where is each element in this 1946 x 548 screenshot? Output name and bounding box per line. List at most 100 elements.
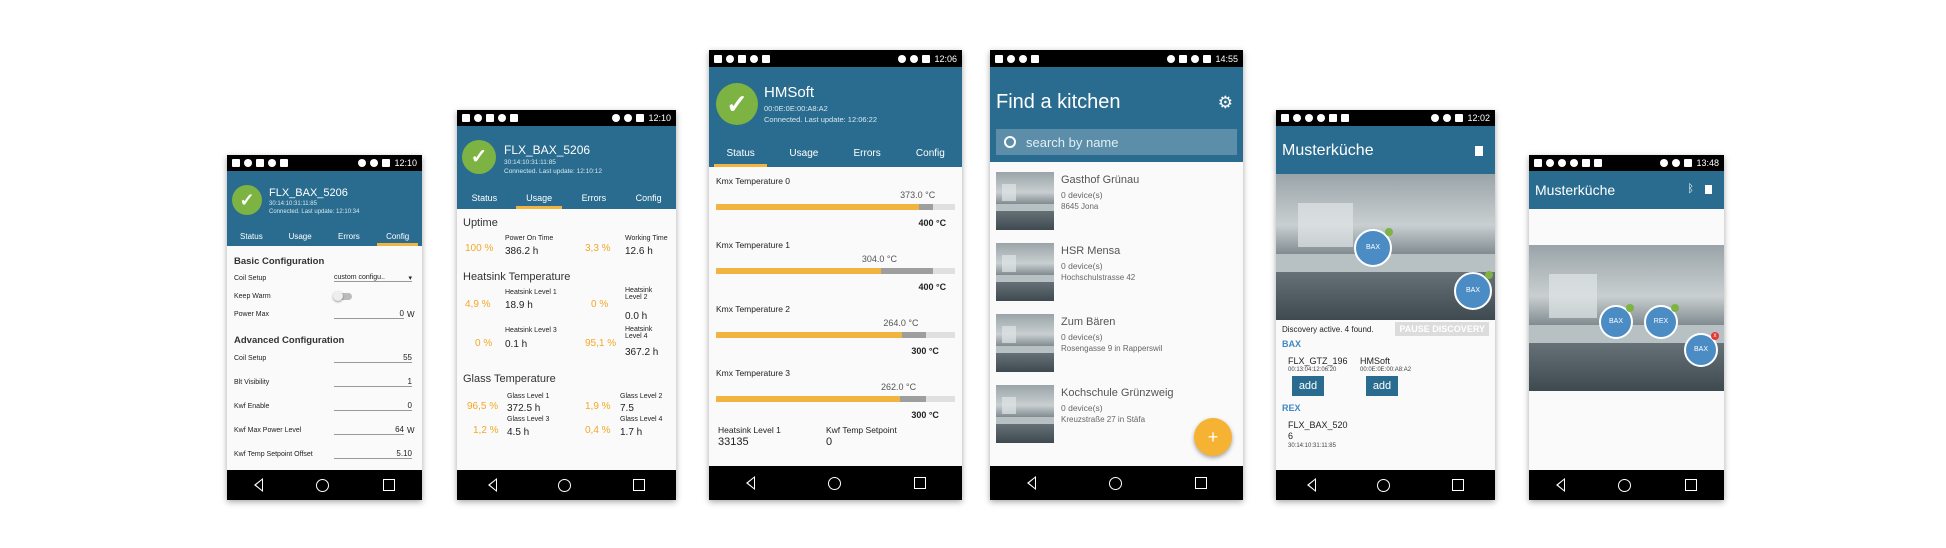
device-bubble[interactable]: REX: [1644, 304, 1679, 339]
recents-icon[interactable]: [383, 479, 396, 491]
clock: 12:10: [394, 158, 417, 168]
search-input[interactable]: search by name: [1026, 135, 1119, 150]
ok-check-icon: [1671, 304, 1679, 312]
nav-bar: [1529, 470, 1724, 500]
device-status: Connected. Last update: 12:06:22: [764, 115, 878, 124]
temperature-limit: 300 °C: [911, 346, 939, 356]
config-input[interactable]: 64: [334, 425, 404, 435]
add-device-button[interactable]: add: [1366, 376, 1398, 396]
tab-usage[interactable]: Usage: [276, 227, 325, 246]
tab-errors[interactable]: Errors: [325, 227, 374, 246]
back-icon[interactable]: [1026, 476, 1036, 490]
clipboard-icon: [738, 54, 746, 63]
image-icon: [1281, 114, 1289, 122]
tab-status[interactable]: Status: [709, 141, 772, 167]
back-icon[interactable]: [1555, 478, 1565, 492]
image-icon: [1341, 114, 1349, 122]
basic-config-heading: Basic Configuration: [234, 256, 325, 267]
usage-value: 7.5: [620, 403, 634, 414]
nav-bar: [990, 466, 1243, 500]
tab-errors[interactable]: Errors: [567, 188, 622, 209]
search-box[interactable]: search by name: [996, 129, 1237, 155]
settings-gear-icon[interactable]: ⚙: [1218, 93, 1233, 113]
config-input[interactable]: 55: [334, 353, 412, 363]
config-label: Kwf Max Power Level: [234, 426, 302, 434]
tab-config[interactable]: Config: [899, 141, 962, 167]
usage-value: 12.6 h: [625, 246, 653, 257]
recents-icon[interactable]: [633, 479, 646, 491]
config-input[interactable]: 5.10: [334, 449, 412, 459]
back-icon[interactable]: [253, 478, 263, 492]
android-icon: [1031, 54, 1039, 63]
device-bubble[interactable]: BAX: [1599, 304, 1634, 339]
home-icon[interactable]: [558, 478, 572, 492]
tab-config[interactable]: Config: [621, 188, 676, 209]
device-mac: 00:0E:0E:00:A8:A2: [1360, 367, 1412, 373]
temperature-bar-limit: [919, 204, 934, 210]
back-icon[interactable]: [1306, 478, 1316, 492]
power-max-input[interactable]: 0: [334, 309, 404, 319]
temperature-limit: 400 °C: [918, 282, 947, 292]
status-bar: 12:02: [1276, 110, 1495, 126]
image-icon: [762, 54, 770, 63]
battery-icon: [922, 54, 931, 63]
device-name: FLX_BAX_5206: [504, 143, 591, 157]
cloud-icon: [474, 114, 482, 122]
dropdown-arrow-icon: ▾: [408, 275, 412, 282]
config-row: Kwf Max Power Level 64 W: [234, 418, 415, 442]
unit-label: W: [407, 309, 415, 319]
discovery-content[interactable]: Discovery active. 4 found. PAUSE DISCOVE…: [1276, 320, 1495, 470]
home-icon[interactable]: [1618, 478, 1632, 492]
pause-discovery-button[interactable]: PAUSE DISCOVERY: [1395, 322, 1489, 336]
tab-status[interactable]: Status: [457, 188, 512, 209]
usage-label: Glass Level 1: [507, 393, 550, 400]
usage-percent: 100 %: [465, 243, 494, 254]
tab-usage[interactable]: Usage: [772, 141, 835, 167]
temperature-label: Kmx Temperature 0: [716, 176, 791, 186]
config-input[interactable]: 1: [334, 377, 412, 387]
home-icon[interactable]: [827, 476, 841, 490]
config-label: Coil Setup: [234, 274, 267, 282]
kitchen-list-item[interactable]: Zum Bären 0 device(s) Rosengasse 9 in Rapp…: [990, 304, 1243, 375]
temperature-row: Kmx Temperature 0 373.0 °C 400 °C: [715, 167, 956, 231]
config-content[interactable]: Basic Configuration Coil Setup custom co…: [227, 246, 422, 470]
status-content[interactable]: Kmx Temperature 0 373.0 °C 400 °C Kmx Tempe…: [709, 167, 962, 466]
delete-icon[interactable]: [1475, 146, 1483, 156]
device-bubble[interactable]: BAX: [1354, 228, 1393, 267]
config-input[interactable]: 0: [334, 401, 412, 411]
clipboard-icon: [256, 159, 264, 167]
keep-warm-toggle[interactable]: [333, 290, 352, 301]
kitchen-thumbnail: [996, 243, 1054, 301]
add-kitchen-button[interactable]: +: [1194, 418, 1232, 456]
tab-usage[interactable]: Usage: [512, 188, 567, 209]
back-icon[interactable]: [487, 478, 497, 492]
coil-setup-dropdown[interactable]: custom configu.. ▾: [334, 274, 412, 282]
device-name: HMSoft: [1360, 356, 1391, 366]
device-bubble[interactable]: BAX: [1454, 271, 1493, 310]
tab-config[interactable]: Config: [373, 227, 422, 246]
recents-icon[interactable]: [1452, 479, 1465, 491]
delete-icon[interactable]: [1705, 185, 1712, 194]
add-device-button[interactable]: add: [1292, 376, 1324, 396]
home-icon[interactable]: [1377, 478, 1391, 492]
ok-check-icon: [1385, 228, 1393, 236]
home-icon[interactable]: [316, 478, 330, 492]
recents-icon[interactable]: [913, 477, 926, 489]
back-icon[interactable]: [745, 476, 755, 490]
device-bubble[interactable]: BAX x: [1684, 332, 1719, 367]
kitchen-app-bar: Find a kitchen ⚙ search by name: [990, 67, 1243, 162]
device-mac: 00:13:04:12:06:20: [1288, 367, 1337, 373]
recents-icon[interactable]: [1194, 477, 1207, 489]
wifi-icon: [624, 114, 633, 122]
recents-icon[interactable]: [1685, 479, 1698, 491]
kitchen-list-item[interactable]: Gasthof Grünau 0 device(s) 8645 Jona: [990, 162, 1243, 233]
bluetooth-icon[interactable]: ᛒ: [1687, 183, 1694, 195]
kitchen-list-item[interactable]: HSR Mensa 0 device(s) Hochschulstrasse 42: [990, 233, 1243, 304]
tab-status[interactable]: Status: [227, 227, 276, 246]
kitchen-list[interactable]: Gasthof Grünau 0 device(s) 8645 Jona HSR Me…: [990, 162, 1243, 466]
home-icon[interactable]: [1108, 476, 1122, 490]
usage-content[interactable]: Uptime 100 % Power On Time 386.2 h 3,3 %…: [457, 209, 676, 470]
phone-config-screen: 12:10 ✓ FLX_BAX_5206 30:14:10:31:11:85 C…: [227, 155, 422, 500]
tab-errors[interactable]: Errors: [836, 141, 899, 167]
temperature-current: 264.0 °C: [883, 318, 919, 328]
